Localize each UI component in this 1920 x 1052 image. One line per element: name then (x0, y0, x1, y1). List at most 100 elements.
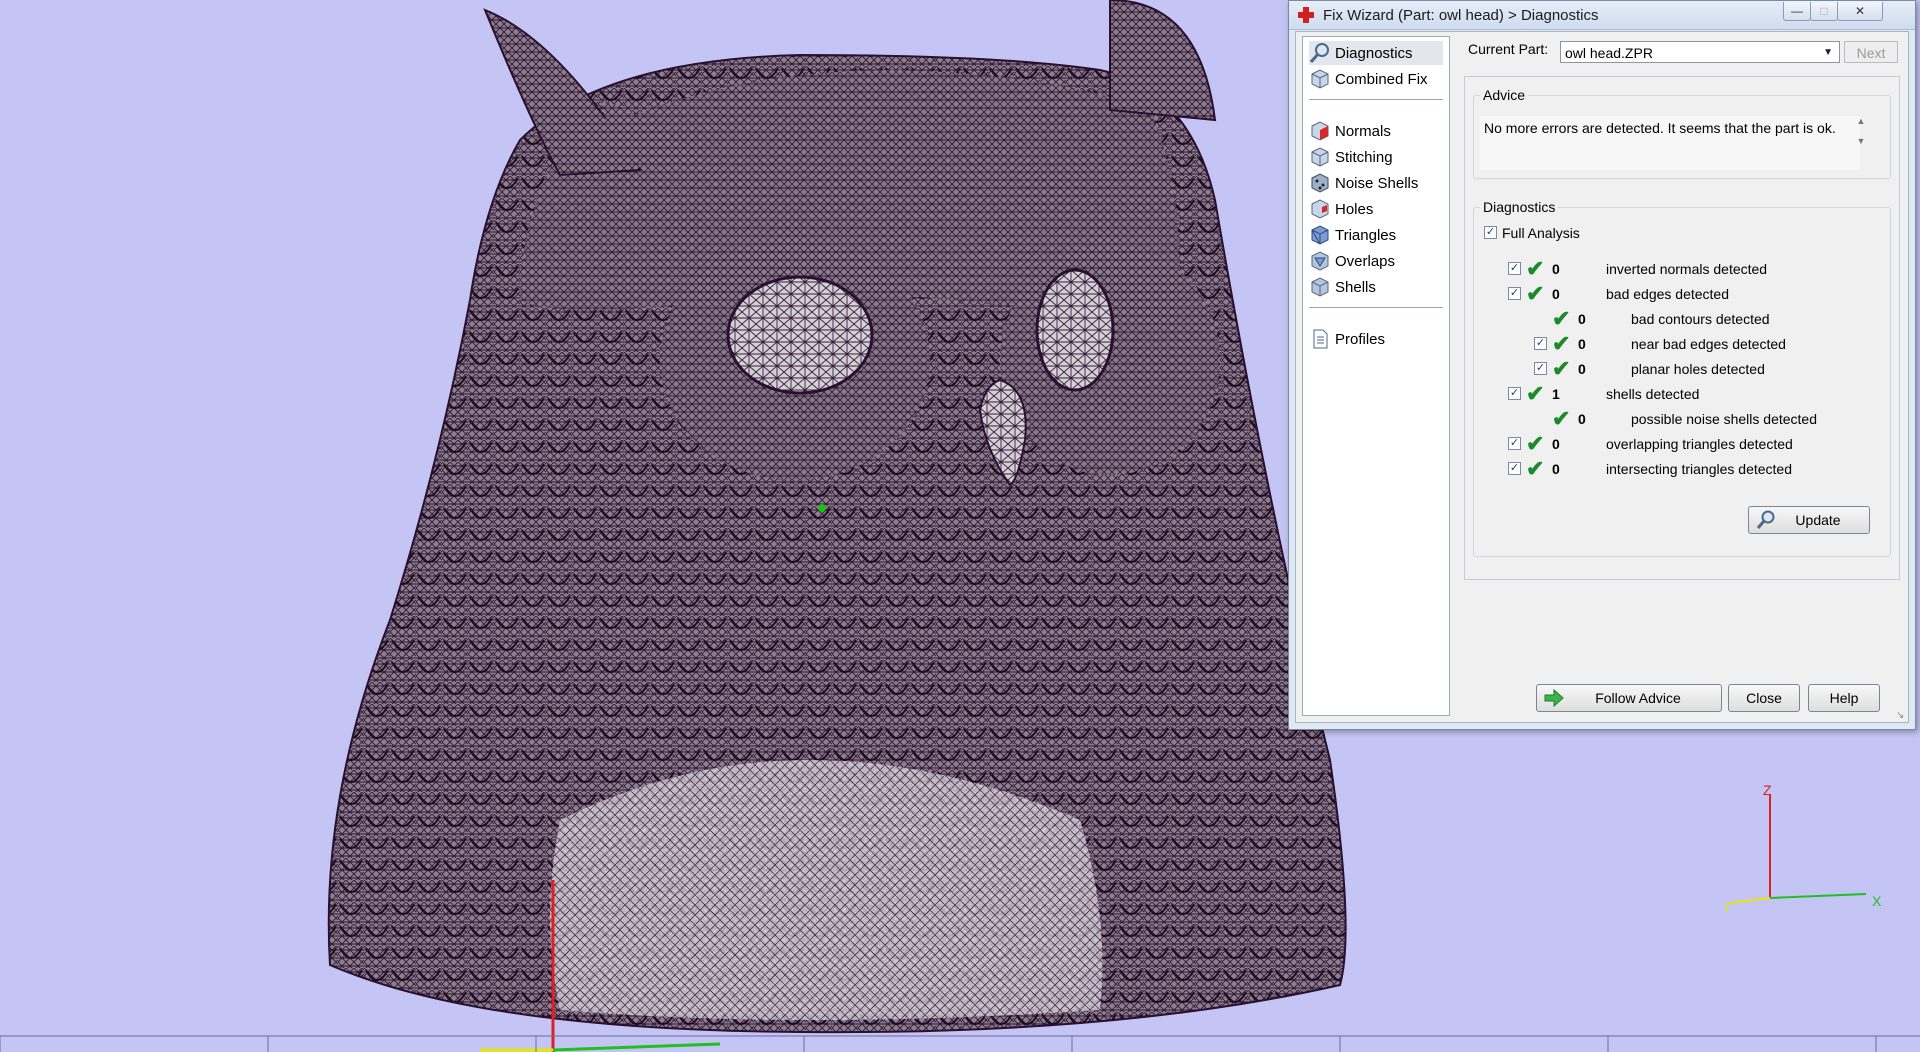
diag-count: 0 (1578, 311, 1586, 327)
nav-item-label: Diagnostics (1335, 44, 1413, 62)
diag-label: bad edges detected (1606, 286, 1729, 302)
nav-item-label: Overlaps (1335, 252, 1396, 270)
full-analysis-checkbox[interactable]: ✓ (1484, 226, 1497, 239)
advice-group: Advice No more errors are detected. It s… (1473, 87, 1891, 179)
row-checkbox[interactable]: ✓ (1508, 437, 1521, 450)
full-analysis-label: Full Analysis (1502, 225, 1580, 241)
diag-label: shells detected (1606, 386, 1700, 402)
diag-label: planar holes detected (1631, 361, 1765, 377)
fix-wizard-window: Fix Wizard (Part: owl head) > Diagnostic… (1288, 0, 1916, 730)
diag-label: overlapping triangles detected (1606, 436, 1793, 452)
row-checkbox[interactable]: ✓ (1534, 362, 1547, 375)
cube-icon (1311, 69, 1329, 89)
diag-count: 0 (1552, 261, 1560, 277)
diag-label: inverted normals detected (1606, 261, 1768, 277)
current-part-select[interactable]: owl head.ZPR ▼ (1560, 41, 1840, 63)
axis-y-label: Y (1723, 901, 1731, 915)
nav-item-label: Triangles (1335, 226, 1397, 244)
nav-item-diagnostics[interactable]: Diagnostics (1309, 41, 1443, 65)
axis-x-label: X (1872, 893, 1882, 909)
nav-item-combined-fix[interactable]: Combined Fix (1309, 67, 1443, 91)
dotted-cube-icon (1311, 173, 1329, 193)
wizard-client-area: Diagnostics Combined Fix Normals Stitchi… (1295, 31, 1909, 723)
current-part-value: owl head.ZPR (1565, 45, 1653, 61)
diag-count: 0 (1578, 361, 1586, 377)
update-button[interactable]: Update (1748, 506, 1870, 534)
nav-item-holes[interactable]: Holes (1309, 197, 1443, 221)
advice-scrollbar[interactable]: ▲ ▼ (1854, 116, 1868, 172)
advice-text-box: No more errors are detected. It seems th… (1480, 116, 1860, 170)
nav-item-label: Noise Shells (1335, 174, 1419, 192)
green-check-icon: ✔ (1552, 356, 1571, 381)
diagnostics-frame: Advice No more errors are detected. It s… (1464, 76, 1900, 580)
green-check-icon: ✔ (1526, 431, 1545, 456)
row-checkbox[interactable]: ✓ (1508, 462, 1521, 475)
nav-item-label: Normals (1335, 122, 1391, 140)
cube-icon (1311, 277, 1329, 297)
red-cross-icon (1298, 7, 1314, 23)
cube-red-hole-icon (1311, 199, 1329, 219)
row-checkbox[interactable]: ✓ (1508, 287, 1521, 300)
update-button-label: Update (1795, 512, 1841, 528)
nav-separator (1309, 307, 1443, 308)
advice-title: Advice (1480, 87, 1529, 103)
nav-item-label: Profiles (1335, 330, 1386, 348)
bottom-ruler (0, 1035, 1920, 1052)
nav-item-overlaps[interactable]: Overlaps (1309, 249, 1443, 273)
green-check-icon: ✔ (1526, 456, 1545, 481)
nav-item-shells[interactable]: Shells (1309, 275, 1443, 299)
diag-label: near bad edges detected (1631, 336, 1786, 352)
maximize-button[interactable]: □ (1810, 2, 1838, 21)
diag-count: 0 (1552, 286, 1560, 302)
nav-item-label: Holes (1335, 200, 1374, 218)
row-checkbox[interactable]: ✓ (1534, 337, 1547, 350)
nav-item-label: Shells (1335, 278, 1376, 296)
diag-count: 0 (1578, 411, 1586, 427)
magnifier-icon (1309, 43, 1329, 63)
wizard-nav: Diagnostics Combined Fix Normals Stitchi… (1302, 36, 1450, 716)
next-button[interactable]: Next (1844, 41, 1898, 63)
nav-item-normals[interactable]: Normals (1309, 119, 1443, 143)
green-check-icon: ✔ (1526, 281, 1545, 306)
diag-count: 1 (1552, 386, 1560, 402)
window-title: Fix Wizard (Part: owl head) > Diagnostic… (1323, 7, 1599, 24)
axis-triad: Z X Y (1723, 782, 1882, 915)
close-window-button[interactable]: ✕ (1837, 2, 1883, 21)
follow-advice-label: Follow Advice (1595, 690, 1681, 706)
follow-advice-button[interactable]: Follow Advice (1536, 684, 1722, 712)
row-checkbox[interactable]: ✓ (1508, 387, 1521, 400)
nav-item-profiles[interactable]: Profiles (1309, 327, 1443, 351)
minimize-button[interactable]: — (1783, 2, 1811, 21)
title-bar[interactable]: Fix Wizard (Part: owl head) > Diagnostic… (1289, 1, 1915, 30)
diagnostics-title: Diagnostics (1480, 199, 1559, 215)
diag-label: intersecting triangles detected (1606, 461, 1792, 477)
nav-item-triangles[interactable]: Triangles (1309, 223, 1443, 247)
help-button-label: Help (1829, 690, 1859, 706)
owl-head-model[interactable] (327, 0, 1347, 1034)
nav-item-noise-shells[interactable]: Noise Shells (1309, 171, 1443, 195)
green-check-icon: ✔ (1526, 381, 1545, 406)
axis-z-label: Z (1763, 782, 1772, 798)
row-checkbox[interactable]: ✓ (1508, 262, 1521, 275)
nav-item-stitching[interactable]: Stitching (1309, 145, 1443, 169)
magnifier-icon (1756, 510, 1775, 529)
help-button[interactable]: Help (1808, 684, 1880, 712)
cube-icon (1311, 147, 1329, 167)
cube-overlap-icon (1311, 251, 1329, 271)
current-part-label: Current Part: (1468, 41, 1549, 57)
close-button-label: Close (1746, 690, 1782, 706)
green-arrow-icon (1544, 688, 1564, 708)
chevron-down-icon: ▼ (1823, 47, 1833, 58)
nav-item-label: Stitching (1335, 148, 1393, 166)
diag-label: possible noise shells detected (1631, 411, 1818, 427)
green-check-icon: ✔ (1526, 256, 1545, 281)
diag-count: 0 (1578, 336, 1586, 352)
green-check-icon: ✔ (1552, 331, 1571, 356)
close-button[interactable]: Close (1728, 684, 1800, 712)
resize-grip-icon[interactable]: ↘ (1896, 710, 1906, 721)
nav-item-label: Combined Fix (1335, 70, 1428, 88)
cube-red-face-icon (1311, 121, 1329, 141)
cube-blue-icon (1311, 225, 1329, 245)
nav-separator (1309, 99, 1443, 100)
diag-count: 0 (1552, 461, 1560, 477)
